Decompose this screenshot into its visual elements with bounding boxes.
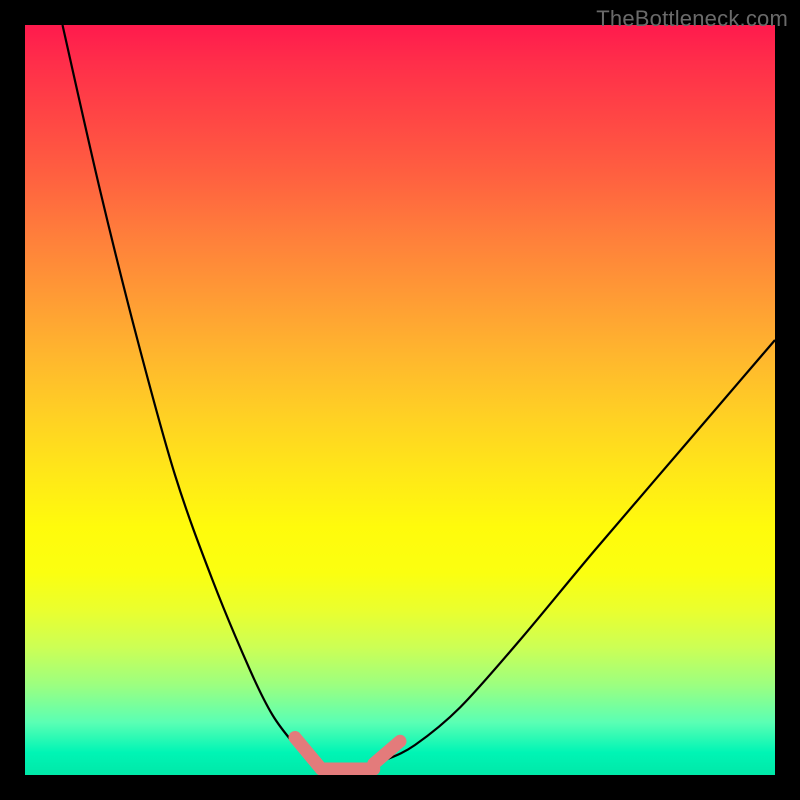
marker-ascent bbox=[374, 741, 400, 764]
watermark-text: TheBottleneck.com bbox=[596, 6, 788, 32]
plot-area bbox=[25, 25, 775, 775]
chart-container: TheBottleneck.com bbox=[0, 0, 800, 800]
curve-layer bbox=[25, 25, 775, 775]
main-curve bbox=[63, 25, 776, 768]
